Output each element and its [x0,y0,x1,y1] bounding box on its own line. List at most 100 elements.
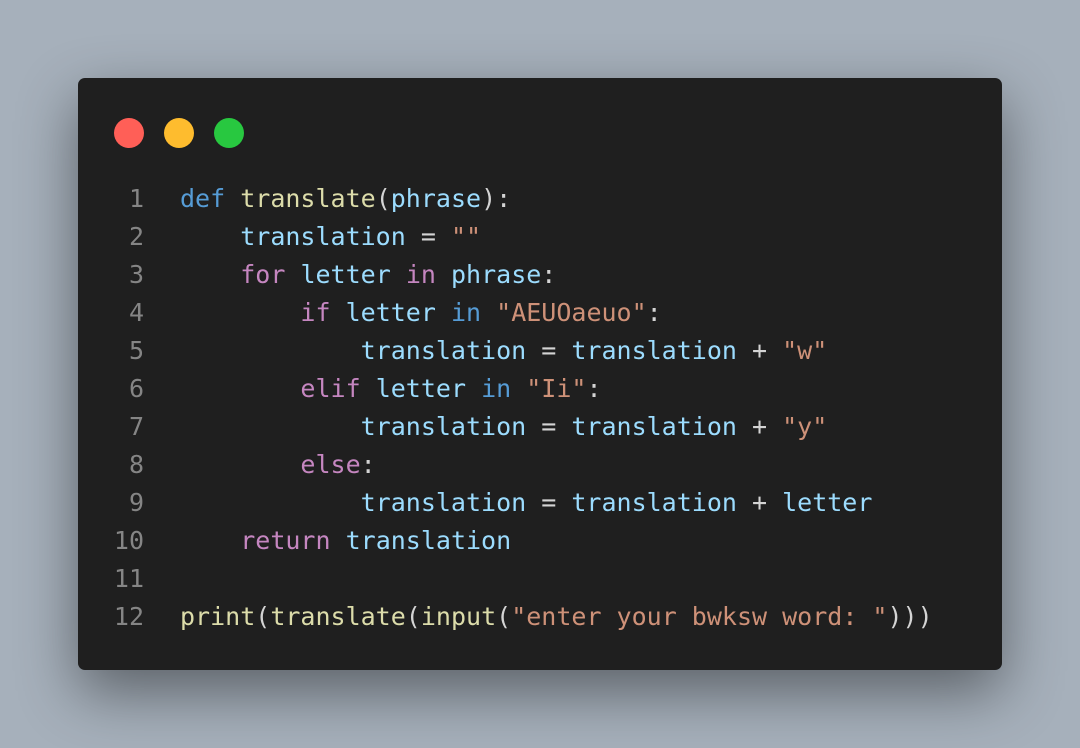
line-source: translation = translation + "w" [180,332,828,370]
line-number: 5 [128,336,144,365]
code-line: 1 def translate(phrase): [78,180,1002,218]
code-token: phrase [450,260,542,289]
code-token: "Ii" [526,374,587,403]
code-token: for [240,260,286,289]
line-number: 9 [128,488,144,517]
code-token: = [405,222,451,251]
line-source: for letter in phrase: [180,256,556,294]
code-token: "" [450,222,482,251]
code-token: translation [360,412,527,441]
code-token: in [450,298,482,327]
code-token: : [646,298,662,327]
code-token: ( [496,602,512,631]
code-line: 3 for letter in phrase: [78,256,1002,294]
code-token: input [420,602,497,631]
maximize-dot-icon[interactable] [214,118,244,148]
line-source: def translate(phrase): [180,180,511,218]
code-token: if [300,298,331,327]
line-source: return translation [180,522,511,560]
code-window: 1 def translate(phrase): 2 translation = "… [78,78,1002,670]
code-token: print [180,602,256,631]
line-number: 10 [113,526,144,555]
code-line: 5 translation = translation + "w" [78,332,1002,370]
code-line: 12 print(translate(input("enter your bwks… [78,598,1002,636]
code-token: + [736,336,783,365]
line-source: if letter in "AEUOaeuo": [180,294,662,332]
line-number: 1 [128,184,144,213]
code-token: : [541,260,557,289]
code-line: 11 [78,560,1002,598]
line-number: 3 [128,260,144,289]
code-token: = [526,488,572,517]
code-token: else [300,450,361,479]
code-token: in [481,374,512,403]
code-line: 9 translation = translation + letter [78,484,1002,522]
code-token: translate [270,602,406,631]
line-number: 2 [128,222,144,251]
line-number: 6 [128,374,144,403]
code-line: 10 return translation [78,522,1002,560]
code-token: translation [360,488,527,517]
line-number: 8 [128,450,144,479]
code-token: : [360,450,376,479]
code-token: letter [345,298,436,327]
code-line: 8 else: [78,446,1002,484]
code-token: translation [571,412,737,441]
line-number: 4 [128,298,144,327]
code-token: translation [571,488,737,517]
code-token: letter [375,374,467,403]
code-token: + [736,412,783,441]
close-dot-icon[interactable] [114,118,144,148]
code-token: "AEUOaeuo" [496,298,647,327]
code-token: ( [255,602,271,631]
line-source: else: [180,446,376,484]
code-token: translation [571,336,737,365]
code-token: phrase [390,184,482,213]
code-line: 2 translation = "" [78,218,1002,256]
code-token: in [405,260,436,289]
line-source: elif letter in "Ii": [180,370,602,408]
code-block: 1 def translate(phrase): 2 translation = "… [78,180,1002,636]
code-line: 4 if letter in "AEUOaeuo": [78,294,1002,332]
line-number: 7 [128,412,144,441]
code-token: return [240,526,331,555]
code-token: ( [405,602,421,631]
minimize-dot-icon[interactable] [164,118,194,148]
code-token: ( [375,184,391,213]
code-token: "enter your bwksw word: " [511,602,888,631]
code-token: = [526,336,572,365]
code-token: = [526,412,572,441]
code-token: translation [240,222,406,251]
code-token: elif [300,374,361,403]
code-token: ): [481,184,512,213]
code-token: "y" [782,412,828,441]
code-token: : [586,374,602,403]
line-source: print(translate(input("enter your bwksw … [180,598,933,636]
code-token: "w" [782,336,828,365]
code-token: translation [360,336,527,365]
code-token: letter [782,488,873,517]
code-line: 6 elif letter in "Ii": [78,370,1002,408]
code-token: + [736,488,783,517]
line-source: translation = translation + "y" [180,408,828,446]
code-token: letter [300,260,391,289]
window-controls [114,118,244,148]
code-line: 7 translation = translation + "y" [78,408,1002,446]
